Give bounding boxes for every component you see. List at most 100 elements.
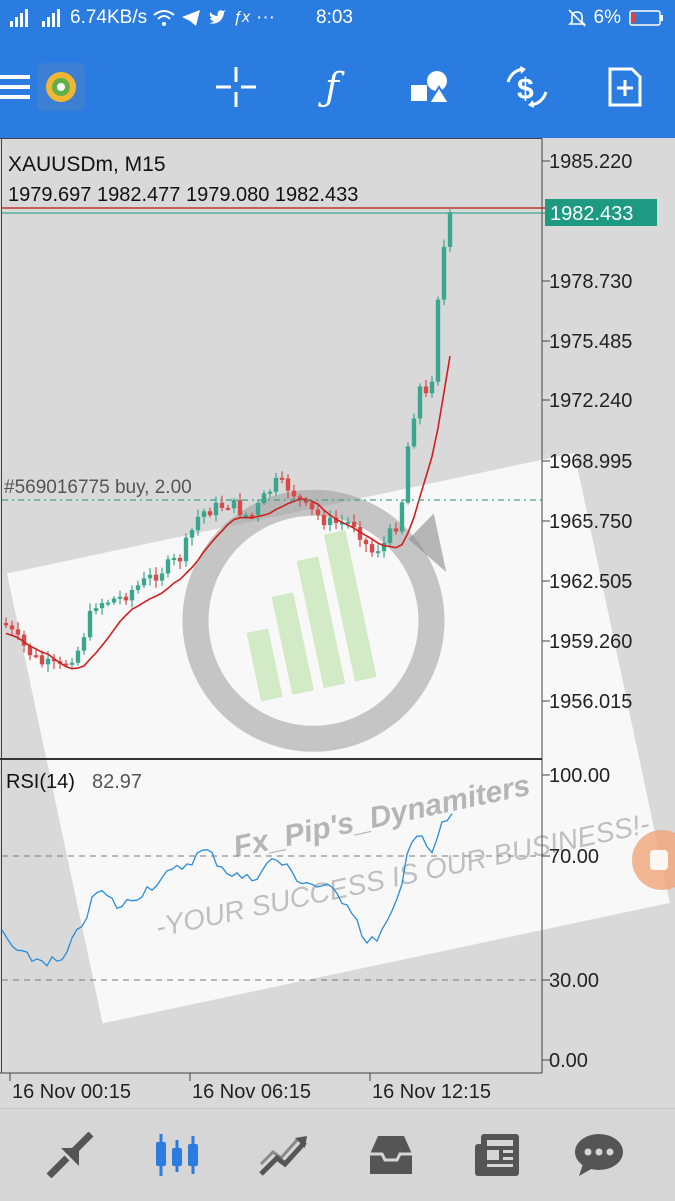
bull-candle xyxy=(267,491,273,494)
trade-icon: $ xyxy=(506,66,548,108)
bear-candle xyxy=(309,502,315,510)
nav-chat[interactable] xyxy=(569,1127,629,1183)
bull-candle xyxy=(213,502,219,516)
bull-candle xyxy=(87,610,93,638)
app-logo xyxy=(34,60,88,114)
time-tick-label: 16 Nov 06:15 xyxy=(192,1081,311,1103)
nav-trade[interactable] xyxy=(254,1127,314,1183)
bull-candle xyxy=(99,603,105,609)
bull-candle xyxy=(417,386,423,419)
time-tick-label: 16 Nov 12:15 xyxy=(372,1081,491,1103)
bull-candle xyxy=(261,493,267,504)
bear-candle xyxy=(279,477,285,480)
chart-area[interactable]: Fx_Pip's_Dynamiters -YOUR SUCCESS IS OUR… xyxy=(0,138,675,1108)
rsi-tick-label: 0.00 xyxy=(549,1050,588,1072)
bear-candle xyxy=(369,544,375,553)
twitter-icon xyxy=(209,10,227,24)
chart-icon xyxy=(156,1134,198,1176)
bear-candle xyxy=(393,528,399,532)
signal-icon xyxy=(10,9,28,27)
bottom-navigation xyxy=(0,1108,675,1201)
mute-icon xyxy=(567,9,586,27)
metatrader-logo-icon xyxy=(37,63,85,111)
nav-quotes[interactable] xyxy=(40,1127,100,1183)
bull-candle xyxy=(183,537,189,562)
bear-candle xyxy=(39,655,45,665)
bull-candle xyxy=(273,477,279,492)
bull-candle xyxy=(129,589,135,601)
crosshair-button[interactable] xyxy=(209,60,263,114)
bull-candle xyxy=(429,381,435,394)
bull-candle xyxy=(399,502,405,532)
ohlc-values: 1979.697 1982.477 1979.080 1982.433 xyxy=(8,184,358,206)
objects-button[interactable] xyxy=(403,60,457,114)
bear-candle xyxy=(291,490,297,497)
bull-candle xyxy=(75,650,81,663)
nav-chart[interactable] xyxy=(147,1127,207,1183)
bear-candle xyxy=(249,514,255,517)
bull-candle xyxy=(375,551,381,554)
price-tick-label: 1985.220 xyxy=(549,151,632,173)
symbol-title: XAUUSDm, M15 xyxy=(8,153,166,176)
bull-candle xyxy=(165,559,171,574)
price-tick-label: 1956.015 xyxy=(549,691,632,713)
bull-candle xyxy=(195,516,201,531)
bear-candle xyxy=(15,629,21,635)
bull-candle xyxy=(45,658,51,665)
bull-candle xyxy=(147,574,153,579)
bull-candle xyxy=(171,558,177,561)
news-icon xyxy=(475,1134,519,1176)
indicator-icon: ƒ xyxy=(324,65,340,109)
chat-icon xyxy=(575,1134,623,1176)
bull-candle xyxy=(135,585,141,590)
status-bar: 6.74KB/s ƒx ··· 8:03 6% xyxy=(0,0,675,36)
buy-order-label: #569016775 buy, 2.00 xyxy=(4,477,192,498)
bull-candle xyxy=(405,446,411,503)
svg-text:$: $ xyxy=(517,73,534,106)
bull-candle xyxy=(411,418,417,447)
price-chart[interactable]: Fx_Pip's_Dynamiters -YOUR SUCCESS IS OUR… xyxy=(0,138,675,1108)
bull-candle xyxy=(243,514,249,517)
bull-candle xyxy=(435,299,441,382)
bull-candle xyxy=(111,598,117,603)
bull-candle xyxy=(69,662,75,665)
bull-candle xyxy=(189,530,195,538)
price-tick-label: 1962.505 xyxy=(549,571,632,593)
bear-candle xyxy=(207,511,213,516)
trade-button[interactable]: $ xyxy=(500,60,554,114)
indicators-button[interactable]: ƒ xyxy=(305,60,359,114)
price-tick-label: 1978.730 xyxy=(549,271,632,293)
telegram-icon xyxy=(182,10,201,26)
price-tick-label: 1965.750 xyxy=(549,511,632,533)
signal-icon xyxy=(42,9,60,27)
new-chart-icon xyxy=(608,67,642,107)
bull-candle xyxy=(159,573,165,581)
bear-candle xyxy=(423,386,429,394)
menu-icon xyxy=(0,75,30,99)
price-tick-label: 1959.260 xyxy=(549,631,632,653)
bear-candle xyxy=(363,539,369,545)
bull-candle xyxy=(93,608,99,611)
bull-candle xyxy=(231,500,237,509)
crosshair-icon xyxy=(216,67,256,107)
rsi-tick-label: 100.00 xyxy=(549,765,610,787)
nav-history[interactable] xyxy=(361,1127,421,1183)
bull-candle xyxy=(105,602,111,605)
fx-icon: ƒx xyxy=(233,9,251,26)
bear-candle xyxy=(153,574,159,581)
new-chart-button[interactable] xyxy=(598,60,652,114)
bear-candle xyxy=(3,623,9,626)
floating-action-icon xyxy=(650,850,668,870)
rsi-tick-label: 70.00 xyxy=(549,846,599,868)
bull-candle xyxy=(447,212,453,247)
bear-candle xyxy=(123,596,129,601)
bull-candle xyxy=(201,511,207,517)
price-tick-label: 1972.240 xyxy=(549,390,632,412)
bull-candle xyxy=(441,246,447,300)
nav-news[interactable] xyxy=(468,1127,528,1183)
current-price-label: 1982.433 xyxy=(550,203,633,225)
price-tick-label: 1975.485 xyxy=(549,331,632,353)
bull-candle xyxy=(327,517,333,526)
bear-candle xyxy=(351,521,357,528)
more-notifications-icon: ··· xyxy=(256,7,275,28)
